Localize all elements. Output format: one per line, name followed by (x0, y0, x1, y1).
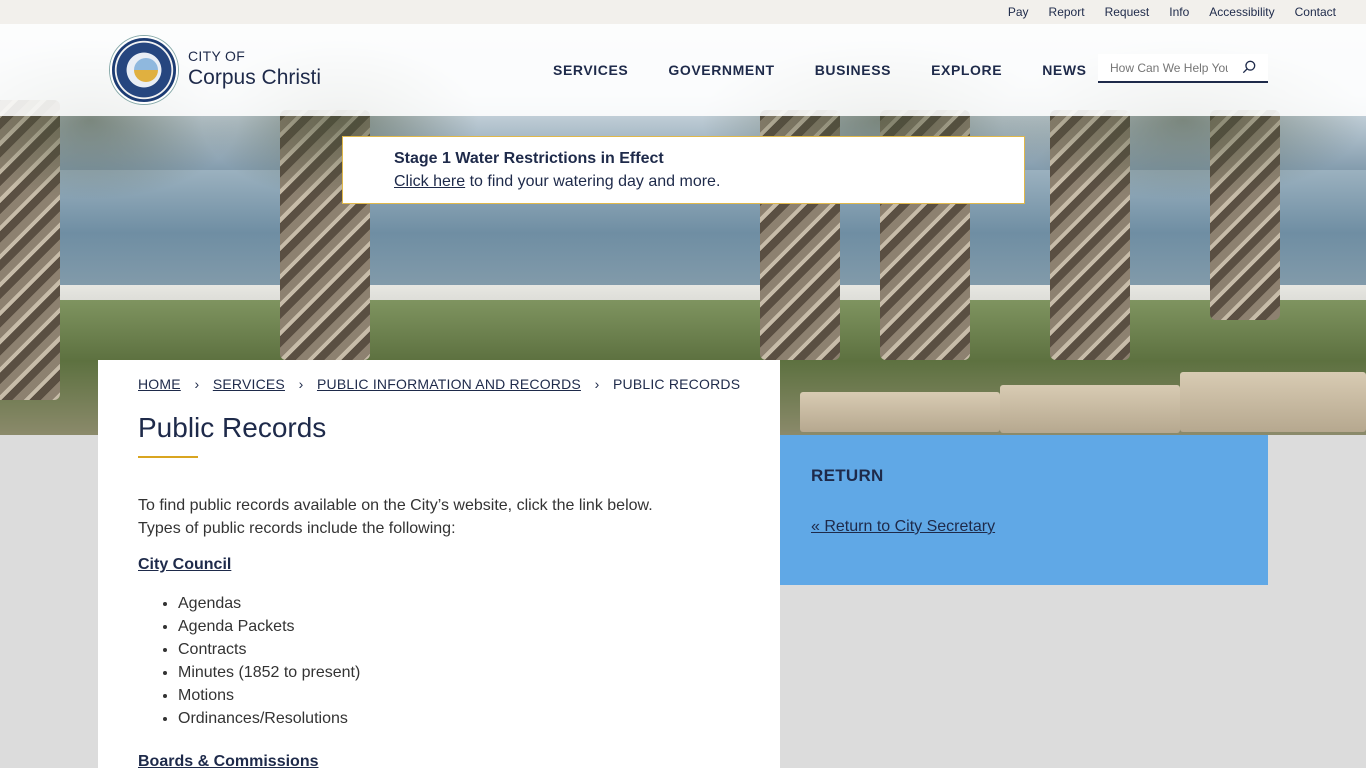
planter (800, 392, 1000, 432)
list-item: Motions (178, 684, 360, 707)
city-council-list: Agendas Agenda Packets Contracts Minutes… (178, 592, 360, 730)
chevron-right-icon: › (298, 376, 304, 392)
nav-item-news[interactable]: NEWS (1042, 62, 1086, 78)
list-item: Ordinances/Resolutions (178, 707, 360, 730)
site-header: CITY OF Corpus Christi SERVICES GOVERNME… (0, 24, 1366, 116)
sidebar-heading: RETURN (811, 466, 884, 485)
breadcrumb-services[interactable]: SERVICES (213, 376, 285, 392)
return-sidebar: RETURN « Return to City Secretary (780, 435, 1268, 585)
intro-line-2: Types of public records include the foll… (138, 520, 456, 537)
search-box (1098, 54, 1268, 83)
utility-bar: Pay Report Request Info Accessibility Co… (0, 0, 1366, 24)
alert-message: Click here to find your watering day and… (394, 173, 720, 191)
utility-link-contact[interactable]: Contact (1275, 5, 1336, 19)
alert-link[interactable]: Click here (394, 173, 465, 190)
seal-center (134, 58, 158, 82)
alert-message-text: to find your watering day and more. (465, 173, 721, 190)
list-item: Agenda Packets (178, 615, 360, 638)
search-icon[interactable] (1242, 60, 1256, 74)
alert-title: Stage 1 Water Restrictions in Effect (394, 150, 664, 167)
page-title: Public Records (138, 412, 327, 443)
nav-item-government[interactable]: GOVERNMENT (668, 62, 774, 78)
chevron-right-icon: › (194, 376, 200, 392)
list-item: Minutes (1852 to present) (178, 661, 360, 684)
utility-link-report[interactable]: Report (1029, 5, 1085, 19)
section-link-boards-commissions[interactable]: Boards & Commissions (138, 753, 318, 768)
nav-item-business[interactable]: BUSINESS (815, 62, 891, 78)
search-input[interactable] (1098, 54, 1228, 81)
nav-item-services[interactable]: SERVICES (553, 62, 628, 78)
breadcrumb-home[interactable]: HOME (138, 376, 181, 392)
city-seal-logo[interactable] (110, 36, 178, 104)
utility-nav: Pay Report Request Info Accessibility Co… (988, 5, 1336, 19)
nav-item-explore[interactable]: EXPLORE (931, 62, 1002, 78)
breadcrumb: HOME › SERVICES › PUBLIC INFORMATION AND… (138, 376, 740, 392)
intro-text: To find public records available on the … (138, 494, 738, 540)
list-item: Agendas (178, 592, 360, 615)
main-nav: SERVICES GOVERNMENT BUSINESS EXPLORE NEW… (553, 62, 1127, 78)
chevron-right-icon: › (594, 376, 600, 392)
list-item: Contracts (178, 638, 360, 661)
alert-banner: Stage 1 Water Restrictions in Effect Cli… (342, 136, 1025, 204)
section-link-city-council[interactable]: City Council (138, 556, 231, 574)
logo-city-name: Corpus Christi (188, 66, 322, 89)
content-card: HOME › SERVICES › PUBLIC INFORMATION AND… (98, 360, 780, 768)
utility-link-accessibility[interactable]: Accessibility (1189, 5, 1274, 19)
breadcrumb-public-information[interactable]: PUBLIC INFORMATION AND RECORDS (317, 376, 581, 392)
logo-city-of: CITY OF (188, 48, 246, 64)
utility-link-pay[interactable]: Pay (988, 5, 1029, 19)
intro-line-1: To find public records available on the … (138, 497, 653, 514)
return-link[interactable]: « Return to City Secretary (811, 518, 995, 536)
breadcrumb-current: PUBLIC RECORDS (612, 376, 741, 392)
site-logo-text[interactable]: CITY OF Corpus Christi (188, 48, 321, 90)
utility-link-info[interactable]: Info (1149, 5, 1189, 19)
planter (1000, 385, 1180, 433)
title-underline (138, 456, 198, 458)
planter (1180, 372, 1366, 432)
utility-link-request[interactable]: Request (1085, 5, 1150, 19)
